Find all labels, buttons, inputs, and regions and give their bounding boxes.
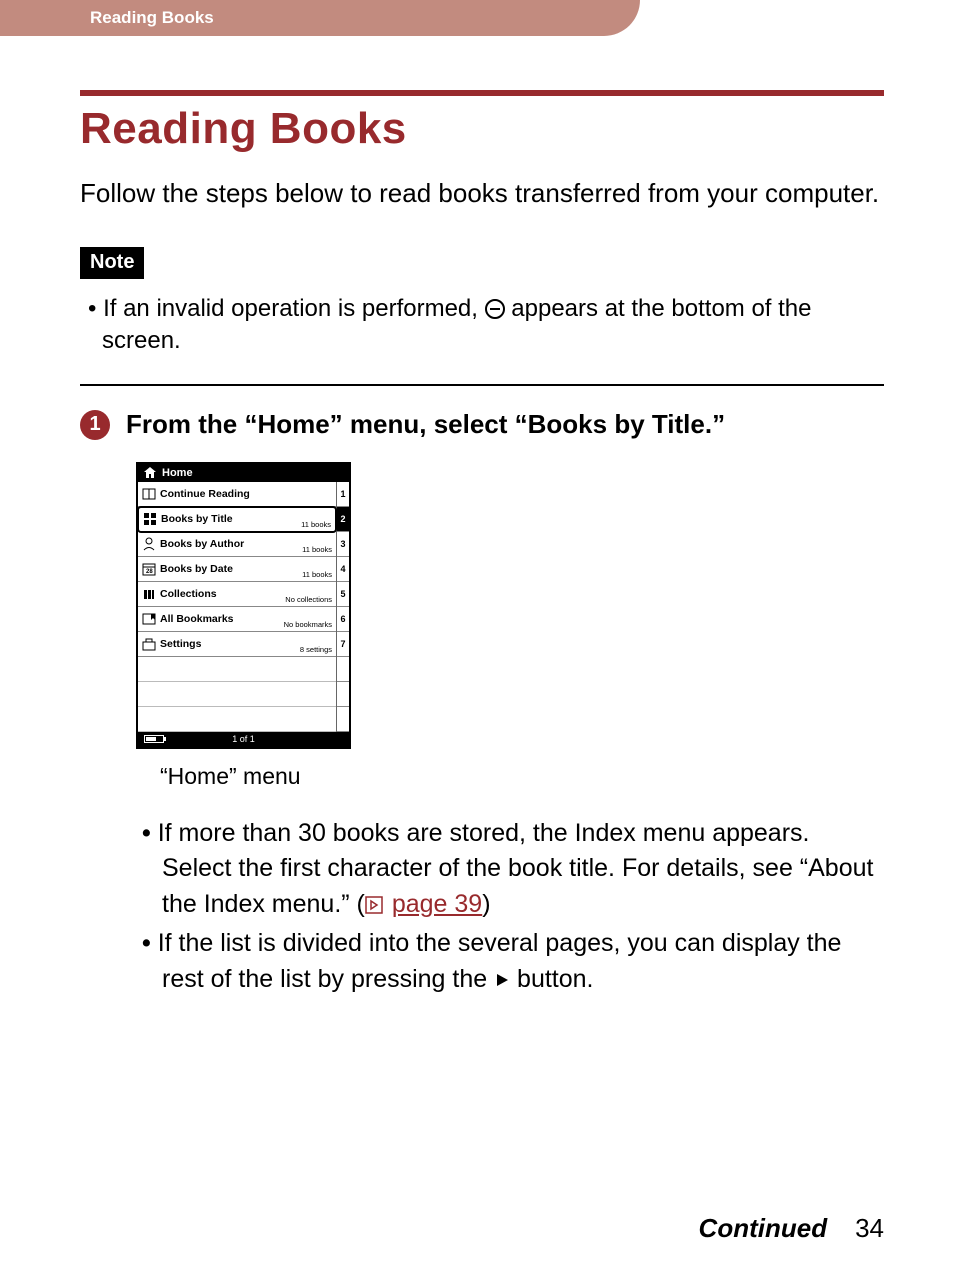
- empty-row: [138, 682, 336, 707]
- header-breadcrumb: Reading Books: [0, 0, 640, 36]
- empty-row: [138, 657, 336, 682]
- device-number-sidebar: 1 2 3 4 5 6 7: [336, 482, 349, 732]
- device-title: Home: [162, 467, 193, 479]
- body-bullet-list: If more than 30 books are stored, the In…: [136, 816, 884, 998]
- page-footer: Continued 34: [699, 1213, 884, 1244]
- page-indicator: 1 of 1: [232, 734, 255, 744]
- menu-label: Continue Reading: [160, 488, 332, 500]
- menu-item-books-by-author[interactable]: Books by Author 11 books: [138, 532, 336, 557]
- device-statusbar: 1 of 1: [138, 732, 349, 747]
- menu-item-all-bookmarks[interactable]: All Bookmarks No bookmarks: [138, 607, 336, 632]
- page-number: 34: [855, 1213, 884, 1244]
- side-num[interactable]: 1: [337, 482, 349, 507]
- page-link[interactable]: page 39: [392, 890, 482, 918]
- menu-meta: No bookmarks: [284, 620, 332, 629]
- title-rule: [80, 90, 884, 96]
- step-instruction: From the “Home” menu, select “Books by T…: [126, 408, 725, 442]
- bullet-post: button.: [510, 965, 593, 993]
- device-titlebar: Home: [138, 464, 349, 482]
- step-number-badge: 1: [80, 410, 110, 440]
- home-icon: [144, 467, 156, 478]
- section-divider: [80, 384, 884, 386]
- side-num-empty: [337, 682, 349, 707]
- bullet-text: If more than 30 books are stored, the In…: [158, 819, 874, 918]
- menu-meta: 11 books: [302, 545, 332, 554]
- side-num[interactable]: 3: [337, 532, 349, 557]
- bullet-post: ): [482, 890, 490, 918]
- side-num-empty: [337, 657, 349, 682]
- side-num[interactable]: 4: [337, 557, 349, 582]
- play-icon: [494, 972, 510, 988]
- side-num[interactable]: 7: [337, 632, 349, 657]
- svg-text:28: 28: [146, 569, 153, 575]
- step-1: 1 From the “Home” menu, select “Books by…: [80, 408, 884, 442]
- note-item: If an invalid operation is performed, ap…: [80, 293, 884, 358]
- bookmark-icon: [142, 612, 156, 626]
- empty-row: [138, 707, 336, 732]
- breadcrumb-text: Reading Books: [90, 8, 214, 28]
- menu-item-books-by-title[interactable]: Books by Title 11 books: [137, 506, 337, 533]
- person-icon: [142, 537, 156, 551]
- menu-item-continue-reading[interactable]: Continue Reading: [138, 482, 336, 507]
- caution-icon: [485, 299, 505, 319]
- body-bullet: If more than 30 books are stored, the In…: [136, 816, 884, 923]
- toolbox-icon: [142, 637, 156, 651]
- menu-item-settings[interactable]: Settings 8 settings: [138, 632, 336, 657]
- side-num[interactable]: 5: [337, 582, 349, 607]
- book-open-icon: [142, 487, 156, 501]
- page-ref-icon: [365, 896, 383, 914]
- battery-icon: [144, 735, 164, 743]
- note-list: If an invalid operation is performed, ap…: [80, 293, 884, 358]
- menu-meta: 11 books: [302, 570, 332, 579]
- body-bullet: If the list is divided into the several …: [136, 926, 884, 997]
- menu-meta: 8 settings: [300, 645, 332, 654]
- menu-item-collections[interactable]: Collections No collections: [138, 582, 336, 607]
- screenshot-caption: “Home” menu: [160, 763, 884, 790]
- note-text-pre: If an invalid operation is performed,: [103, 295, 485, 322]
- device-screenshot: Home Continue Reading Books by Title 11 …: [136, 462, 884, 749]
- grid-icon: [143, 512, 157, 526]
- side-num-empty: [337, 707, 349, 732]
- side-num[interactable]: 2: [337, 507, 349, 532]
- menu-meta: 11 books: [301, 520, 331, 529]
- menu-meta: No collections: [285, 595, 332, 604]
- intro-text: Follow the steps below to read books tra…: [80, 176, 884, 211]
- continued-label: Continued: [699, 1213, 828, 1244]
- books-icon: [142, 587, 156, 601]
- note-badge: Note: [80, 247, 144, 279]
- page-title: Reading Books: [80, 104, 884, 154]
- calendar-icon: 28: [142, 562, 156, 576]
- side-num[interactable]: 6: [337, 607, 349, 632]
- menu-item-books-by-date[interactable]: 28 Books by Date 11 books: [138, 557, 336, 582]
